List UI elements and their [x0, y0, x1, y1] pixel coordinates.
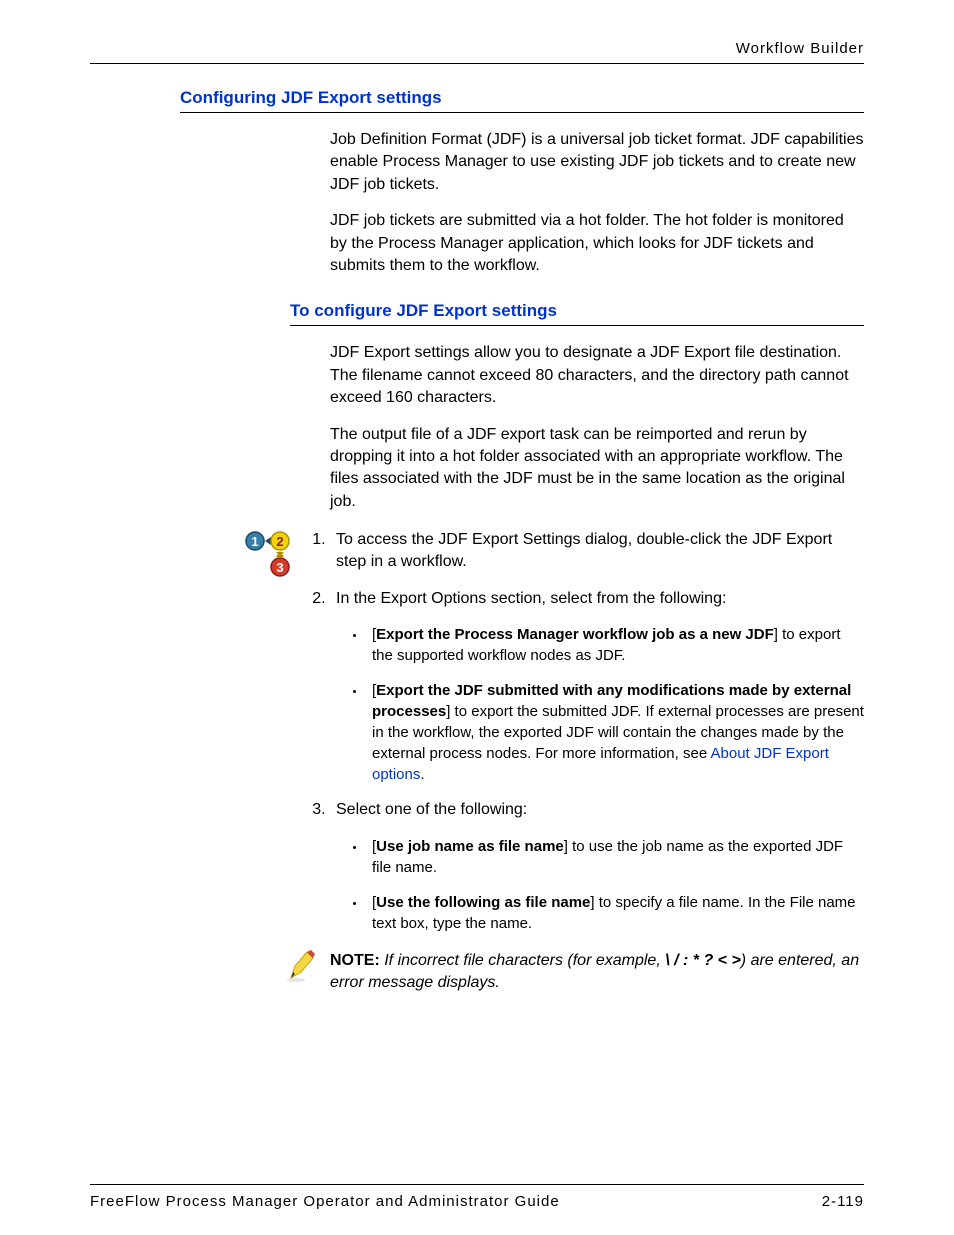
step-2-bullet-1: [Export the Process Manager workflow job… — [366, 624, 864, 666]
paragraph-jdf-hotfolder: JDF job tickets are submitted via a hot … — [330, 210, 864, 277]
paragraph-settings-intro: JDF Export settings allow you to designa… — [330, 342, 864, 409]
step-2: In the Export Options section, select fr… — [330, 588, 864, 785]
note-label: NOTE: — [330, 952, 380, 969]
step-3-bullet-2: [Use the following as file name] to spec… — [366, 892, 864, 934]
footer-title: FreeFlow Process Manager Operator and Ad… — [90, 1193, 560, 1210]
step-2-text: In the Export Options section, select fr… — [336, 590, 726, 607]
subsection-heading-configure: To configure JDF Export settings — [290, 301, 864, 326]
numbered-steps-icon: 1 2 3 — [245, 529, 290, 582]
section-heading-configuring: Configuring JDF Export settings — [180, 88, 864, 113]
note-chars: \ / : * ? < > — [665, 952, 741, 969]
paragraph-jdf-intro: Job Definition Format (JDF) is a univers… — [330, 129, 864, 196]
note-pencil-icon — [285, 948, 319, 991]
svg-text:3: 3 — [276, 560, 283, 575]
step-3-bullet-2-bold: Use the following as file name — [376, 894, 590, 911]
step-3: Select one of the following: [Use job na… — [330, 799, 864, 933]
note-text-pre: If incorrect file characters (for exampl… — [384, 952, 665, 969]
step-2-bullet-1-bold: Export the Process Manager workflow job … — [376, 626, 774, 643]
step-1: To access the JDF Export Settings dialog… — [330, 529, 864, 574]
step-3-text: Select one of the following: — [336, 801, 527, 818]
step-2-bullet-2: [Export the JDF submitted with any modif… — [366, 680, 864, 785]
step-3-bullet-1: [Use job name as file name] to use the j… — [366, 836, 864, 878]
paragraph-output-file: The output file of a JDF export task can… — [330, 424, 864, 514]
page-header: Workflow Builder — [90, 40, 864, 64]
svg-text:2: 2 — [276, 534, 283, 549]
svg-text:1: 1 — [251, 534, 258, 549]
footer-page-number: 2-119 — [822, 1193, 864, 1210]
step-3-bullet-1-bold: Use job name as file name — [376, 838, 564, 855]
